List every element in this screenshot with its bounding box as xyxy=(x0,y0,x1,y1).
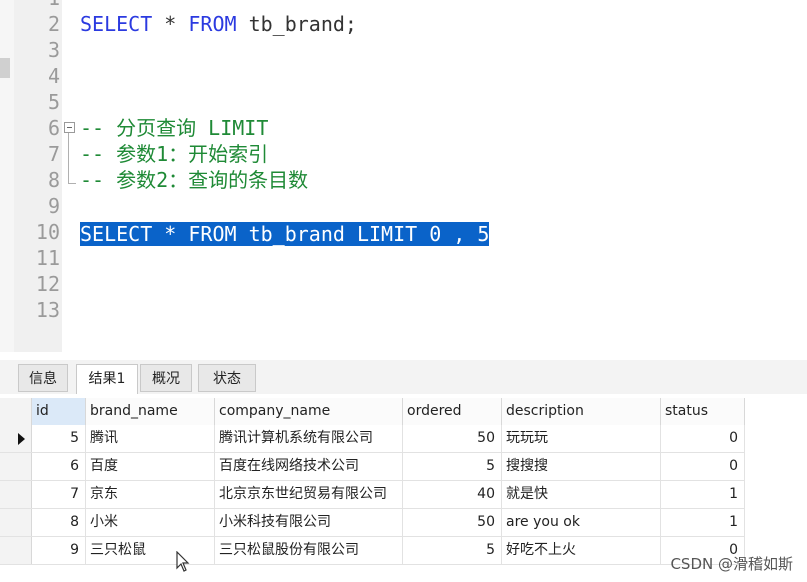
column-header-description[interactable]: description xyxy=(502,398,661,425)
row-header[interactable] xyxy=(0,481,32,508)
comment-line-6[interactable]: -- 分页查询 LIMIT xyxy=(80,115,268,141)
cell-company-name[interactable]: 小米科技有限公司 xyxy=(215,509,403,536)
cell-company-name[interactable]: 腾讯计算机系统有限公司 xyxy=(215,425,403,452)
cell-brand-name[interactable]: 小米 xyxy=(86,509,215,536)
row-header-corner xyxy=(0,398,32,425)
cell-ordered[interactable]: 40 xyxy=(403,481,502,508)
table-name: tb_brand; xyxy=(236,12,357,36)
result-tab-bar: 信息 结果1 概况 状态 xyxy=(0,360,807,395)
table-row[interactable]: 8 小米 小米科技有限公司 50 are you ok 1 xyxy=(0,509,745,537)
cell-id[interactable]: 8 xyxy=(32,509,86,536)
line-number-1: 1 xyxy=(14,0,60,11)
cell-ordered[interactable]: 50 xyxy=(403,509,502,536)
row-header[interactable] xyxy=(0,425,32,452)
comment-line-7[interactable]: -- 参数1：开始索引 xyxy=(80,141,268,167)
cell-status[interactable]: 0 xyxy=(661,425,745,452)
row-header[interactable] xyxy=(0,509,32,536)
column-header-id[interactable]: id xyxy=(32,398,86,425)
cell-id[interactable]: 7 xyxy=(32,481,86,508)
tab-result1[interactable]: 结果1 xyxy=(76,364,138,395)
sql-editor[interactable]: 1 2 3 4 5 6 7 8 9 10 11 12 13 SELECT * F… xyxy=(0,0,807,352)
line-number-9: 9 xyxy=(47,194,60,218)
line-number-5: 5 xyxy=(47,90,60,114)
cell-status[interactable]: 1 xyxy=(661,481,745,508)
line-number-4: 4 xyxy=(47,64,60,88)
line-number-2: 2 xyxy=(47,12,60,36)
column-header-status[interactable]: status xyxy=(661,398,745,425)
tab-info[interactable]: 信息 xyxy=(18,364,68,392)
line-number-7: 7 xyxy=(47,142,60,166)
row-header[interactable] xyxy=(0,537,32,564)
line-number-13: 13 xyxy=(35,298,60,322)
line-number-3: 3 xyxy=(47,38,60,62)
cell-description[interactable]: 好吃不上火 xyxy=(502,537,661,564)
selected-query[interactable]: SELECT * FROM tb_brand LIMIT 0 , 5 xyxy=(80,222,490,246)
cell-company-name[interactable]: 百度在线网络技术公司 xyxy=(215,453,403,480)
keyword-select: SELECT xyxy=(80,12,153,36)
table-row[interactable]: 5 腾讯 腾讯计算机系统有限公司 50 玩玩玩 0 xyxy=(0,425,745,453)
line-number-8: 8 xyxy=(47,168,60,192)
cell-status[interactable]: 0 xyxy=(661,453,745,480)
editor-left-strip xyxy=(0,0,14,352)
column-header-company-name[interactable]: company_name xyxy=(215,398,403,425)
column-header-brand-name[interactable]: brand_name xyxy=(86,398,215,425)
star-operator: * xyxy=(152,12,189,36)
mouse-pointer-icon xyxy=(176,551,190,572)
code-line-2[interactable]: SELECT * FROM tb_brand; xyxy=(80,11,357,37)
cell-company-name[interactable]: 北京京东世纪贸易有限公司 xyxy=(215,481,403,508)
cell-brand-name[interactable]: 三只松鼠 xyxy=(86,537,215,564)
cell-ordered[interactable]: 5 xyxy=(403,537,502,564)
fold-guide-end xyxy=(68,183,76,184)
cell-ordered[interactable]: 5 xyxy=(403,453,502,480)
cell-id[interactable]: 6 xyxy=(32,453,86,480)
comment-line-8[interactable]: -- 参数2：查询的条目数 xyxy=(80,167,308,193)
line-number-6: 6 xyxy=(47,116,60,140)
line-number-11: 11 xyxy=(35,246,60,270)
row-header[interactable] xyxy=(0,453,32,480)
cell-description[interactable]: 玩玩玩 xyxy=(502,425,661,452)
cell-id[interactable]: 9 xyxy=(32,537,86,564)
tab-overview[interactable]: 概况 xyxy=(140,364,192,392)
cell-company-name[interactable]: 三只松鼠股份有限公司 xyxy=(215,537,403,564)
keyword-from: FROM xyxy=(188,12,237,36)
scroll-marker[interactable] xyxy=(0,58,10,78)
tab-status[interactable]: 状态 xyxy=(198,364,256,392)
cell-status[interactable]: 1 xyxy=(661,509,745,536)
cell-brand-name[interactable]: 腾讯 xyxy=(86,425,215,452)
column-header-ordered[interactable]: ordered xyxy=(403,398,502,425)
line-number-12: 12 xyxy=(35,272,60,296)
cell-description[interactable]: 搜搜搜 xyxy=(502,453,661,480)
fold-guide xyxy=(68,133,69,183)
table-row[interactable]: 6 百度 百度在线网络技术公司 5 搜搜搜 0 xyxy=(0,453,745,481)
cell-brand-name[interactable]: 百度 xyxy=(86,453,215,480)
cell-description[interactable]: are you ok xyxy=(502,509,661,536)
cell-description[interactable]: 就是快 xyxy=(502,481,661,508)
cell-brand-name[interactable]: 京东 xyxy=(86,481,215,508)
table-row[interactable]: 7 京东 北京京东世纪贸易有限公司 40 就是快 1 xyxy=(0,481,745,509)
fold-toggle-icon[interactable] xyxy=(64,122,75,133)
code-line-10[interactable]: SELECT * FROM tb_brand LIMIT 0 , 5 xyxy=(80,221,490,247)
watermark: CSDN @滑稽如斯 xyxy=(670,555,793,573)
cell-ordered[interactable]: 50 xyxy=(403,425,502,452)
line-number-10: 10 xyxy=(35,220,60,244)
current-row-arrow-icon xyxy=(18,433,25,445)
table-row[interactable]: 9 三只松鼠 三只松鼠股份有限公司 5 好吃不上火 0 xyxy=(0,537,745,565)
cell-id[interactable]: 5 xyxy=(32,425,86,452)
